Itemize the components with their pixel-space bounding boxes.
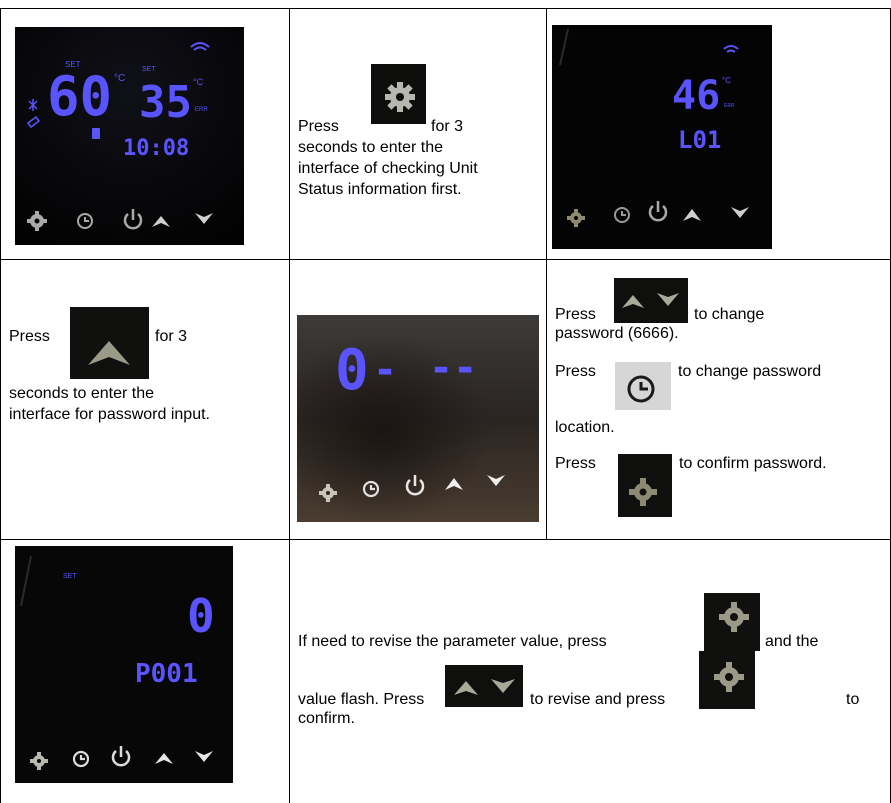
display-parameter: SET 0 P001 bbox=[15, 546, 233, 783]
unit-label: °C bbox=[193, 77, 204, 87]
instruction-text: Press bbox=[555, 306, 596, 323]
unit-label: °C bbox=[114, 73, 125, 84]
gear-icon bbox=[385, 82, 415, 112]
password-dashes: -- bbox=[429, 345, 477, 391]
instruction-text: seconds to enter the bbox=[298, 139, 443, 156]
instruction-text: for 3 bbox=[431, 118, 464, 135]
instruction-text: interface for password input. bbox=[9, 406, 210, 423]
instruction-text: for 3 bbox=[155, 328, 188, 345]
parameter-value: 0 bbox=[187, 589, 215, 643]
row-divider-1 bbox=[0, 259, 891, 260]
set-label: SET bbox=[142, 66, 156, 73]
status-value: 46 bbox=[672, 73, 720, 119]
instruction-text: Press bbox=[555, 363, 596, 380]
instruction-text: value flash. Press bbox=[298, 691, 425, 708]
set-temperature: 60 bbox=[47, 65, 112, 128]
parameter-code: P001 bbox=[135, 659, 198, 689]
err-label: ERR bbox=[195, 107, 208, 113]
instruction-text: to confirm password. bbox=[679, 455, 827, 472]
instruction-text: to change password bbox=[678, 363, 822, 380]
set-label: SET bbox=[63, 573, 77, 580]
settings-button-image bbox=[618, 454, 672, 517]
instruction-text: to revise and press bbox=[530, 691, 666, 708]
display-unit-status: 46 °C ERR L01 bbox=[552, 25, 772, 249]
instruction-text: location. bbox=[555, 419, 615, 436]
password-digit: 0 bbox=[335, 338, 369, 403]
instruction-text: Press bbox=[9, 328, 50, 345]
instruction-text: interface of checking Unit bbox=[298, 160, 478, 177]
up-down-buttons-image bbox=[614, 278, 688, 323]
row-divider-2 bbox=[0, 539, 891, 540]
timer-icon bbox=[92, 128, 100, 139]
display-password-input: 0 - -- bbox=[297, 315, 539, 522]
table-border-top bbox=[0, 8, 891, 9]
up-button-image bbox=[70, 307, 149, 379]
instruction-text: and the bbox=[765, 633, 819, 650]
instruction-text: to change bbox=[694, 306, 765, 323]
settings-button-image bbox=[704, 593, 760, 651]
table-border-left bbox=[0, 8, 1, 803]
display-main-screen: SET 60 °C SET 35 °C ERR 10:08 bbox=[15, 27, 244, 245]
instruction-text: confirm. bbox=[298, 710, 355, 727]
instruction-text: seconds to enter the bbox=[9, 385, 154, 402]
instruction-text: If need to revise the parameter value, p… bbox=[298, 633, 607, 650]
instruction-text: password (6666). bbox=[555, 325, 679, 342]
column-divider-2 bbox=[546, 8, 547, 540]
settings-button-image bbox=[699, 651, 755, 709]
settings-button-image bbox=[371, 64, 426, 124]
status-code: L01 bbox=[678, 126, 721, 154]
instruction-text: Press bbox=[555, 455, 596, 472]
instruction-text: Status information first. bbox=[298, 181, 462, 198]
clock-readout: 10:08 bbox=[123, 136, 189, 161]
instruction-text: Press bbox=[298, 118, 339, 135]
column-divider-1 bbox=[289, 8, 290, 803]
up-down-buttons-image bbox=[445, 665, 523, 707]
err-label: ERR bbox=[724, 103, 735, 109]
water-temperature: 35 bbox=[139, 77, 192, 128]
unit-label: °C bbox=[722, 76, 731, 85]
clock-button-image bbox=[615, 362, 671, 410]
instruction-text: to bbox=[846, 691, 860, 708]
password-dash: - bbox=[373, 347, 397, 393]
